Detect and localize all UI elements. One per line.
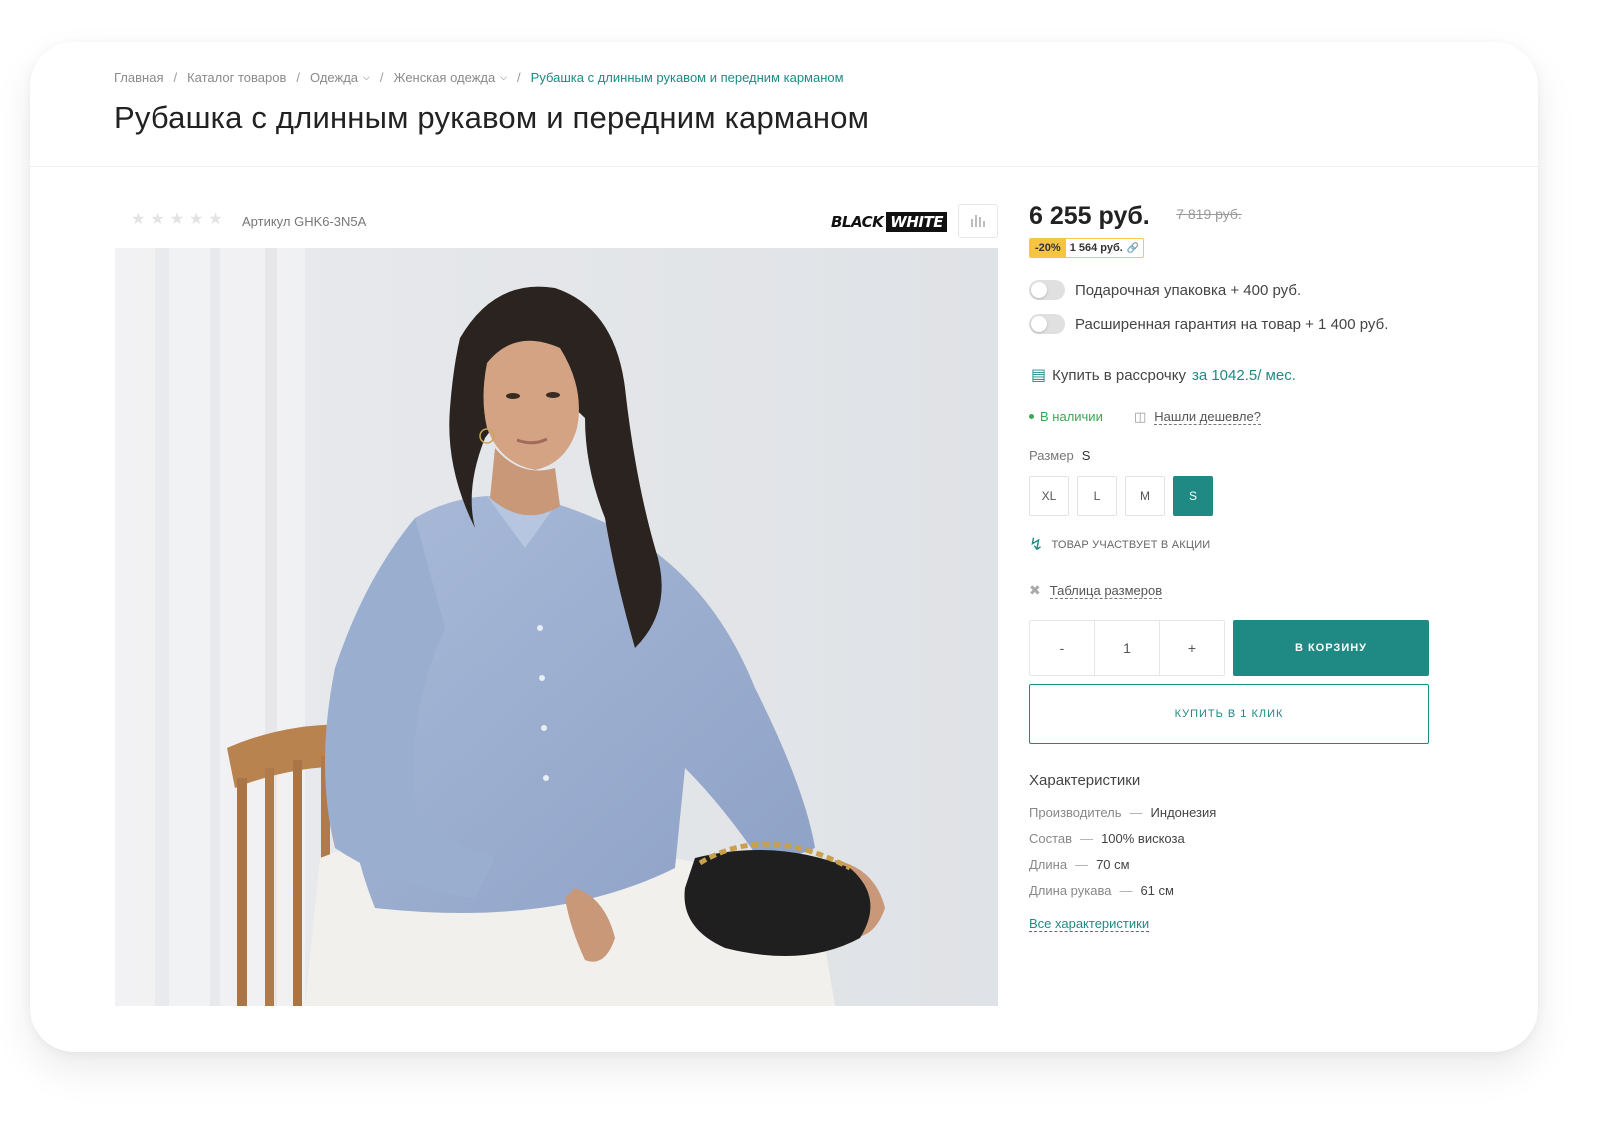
stock-status: В наличии [1029,409,1103,424]
article-number: Артикул GHK6-3N5A [242,214,367,229]
lightning-icon: ↯ [1029,535,1044,554]
star-icon[interactable]: ★ [131,212,145,228]
quantity-increase-button[interactable]: + [1160,621,1224,675]
link-icon: 🔗 [1126,242,1140,254]
ruler-icon: ✖ [1029,582,1041,598]
brand-logo[interactable]: BLACK WHITE [831,212,947,232]
size-selector: XL L M S [1029,476,1213,516]
breadcrumb-womens-clothing[interactable]: Женская одежда ⌵ [393,70,507,85]
extended-warranty-toggle[interactable] [1029,314,1065,334]
discount-percent: -20% [1030,239,1066,257]
extended-warranty-option[interactable]: Расширенная гарантия на товар + 1 400 ру… [1029,314,1388,334]
breadcrumb-separator: / [296,70,300,85]
installment-block[interactable]: ▤ Купить в рассрочку за 1042.5/ мес. [1031,365,1296,385]
size-option-xl[interactable]: XL [1029,476,1069,516]
breadcrumb-separator: / [379,70,384,85]
chevron-down-icon[interactable]: ⌵ [500,72,507,83]
in-stock-dot [1029,414,1034,419]
chevron-down-icon[interactable]: ⌵ [363,72,370,83]
size-option-l[interactable]: L [1077,476,1117,516]
price-current: 6 255 руб. [1029,202,1150,230]
gift-wrap-option[interactable]: Подарочная упаковка + 400 руб. [1029,280,1301,300]
characteristic-row: Длина рукава —61 см [1029,883,1174,898]
quantity-stepper: - 1 + [1029,620,1225,676]
discount-badge: -20% 1 564 руб. 🔗 [1029,238,1145,258]
star-icon[interactable]: ★ [170,212,184,228]
breadcrumb-separator: / [173,70,178,85]
size-option-m[interactable]: M [1125,476,1165,516]
size-selected-value: S [1081,448,1091,463]
buy-one-click-button[interactable]: Купить в 1 клик [1029,684,1429,744]
quantity-input[interactable]: 1 [1094,621,1160,675]
add-to-cart-button[interactable]: В корзину [1233,620,1429,676]
size-label: Размер S [1029,448,1091,463]
breadcrumb-current: Рубашка с длинным рукавом и передним кар… [530,70,844,85]
product-photo-image [115,248,998,1006]
price-old: 7 819 руб. [1176,206,1242,222]
star-icon[interactable]: ★ [189,212,203,228]
installment-link[interactable]: за 1042.5/ мес. [1192,367,1296,384]
characteristic-row: Производитель — Индонезия [1029,805,1217,820]
characteristics-title: Характеристики [1029,772,1141,789]
product-photo[interactable] [115,248,998,1006]
rating-stars[interactable]: ★ ★ ★ ★ ★ [131,212,223,228]
compare-button[interactable] [958,204,998,238]
all-characteristics-link[interactable]: Все характеристики [1029,916,1150,932]
breadcrumb-catalog[interactable]: Каталог товаров [187,70,286,85]
star-icon[interactable]: ★ [208,212,222,228]
wallet-icon: ◫ [1134,409,1147,424]
header-divider [30,166,1538,167]
found-cheaper-link[interactable]: ◫ Нашли дешевле? [1134,409,1261,425]
characteristic-row: Состав —100% вискоза [1029,831,1185,846]
promo-notice[interactable]: ↯ Товар участвует в акции [1029,535,1210,555]
breadcrumb-clothing[interactable]: Одежда ⌵ [310,70,370,85]
gift-wrap-toggle[interactable] [1029,280,1065,300]
characteristics-list: Производитель — Индонезия Состав —100% виск… [1029,805,1216,909]
size-table-link[interactable]: ✖ Таблица размеров [1029,582,1163,599]
quantity-decrease-button[interactable]: - [1030,621,1094,675]
size-option-s[interactable]: S [1173,476,1213,516]
bar-chart-icon [971,219,973,227]
installment-icon: ▤ [1031,367,1047,384]
breadcrumb: Главная / Каталог товаров / Одежда ⌵ / Же… [114,70,844,85]
star-icon[interactable]: ★ [150,212,164,228]
breadcrumb-home[interactable]: Главная [114,70,163,85]
page-title: Рубашка с длинным рукавом и передним кар… [114,100,870,135]
discount-savings: 1 564 руб. 🔗 [1069,242,1140,254]
price-block: 6 255 руб. 7 819 руб. [1029,202,1242,231]
product-card: Главная / Каталог товаров / Одежда ⌵ / Же… [30,42,1538,1052]
breadcrumb-separator: / [517,70,521,85]
characteristic-row: Длина —70 см [1029,857,1130,872]
